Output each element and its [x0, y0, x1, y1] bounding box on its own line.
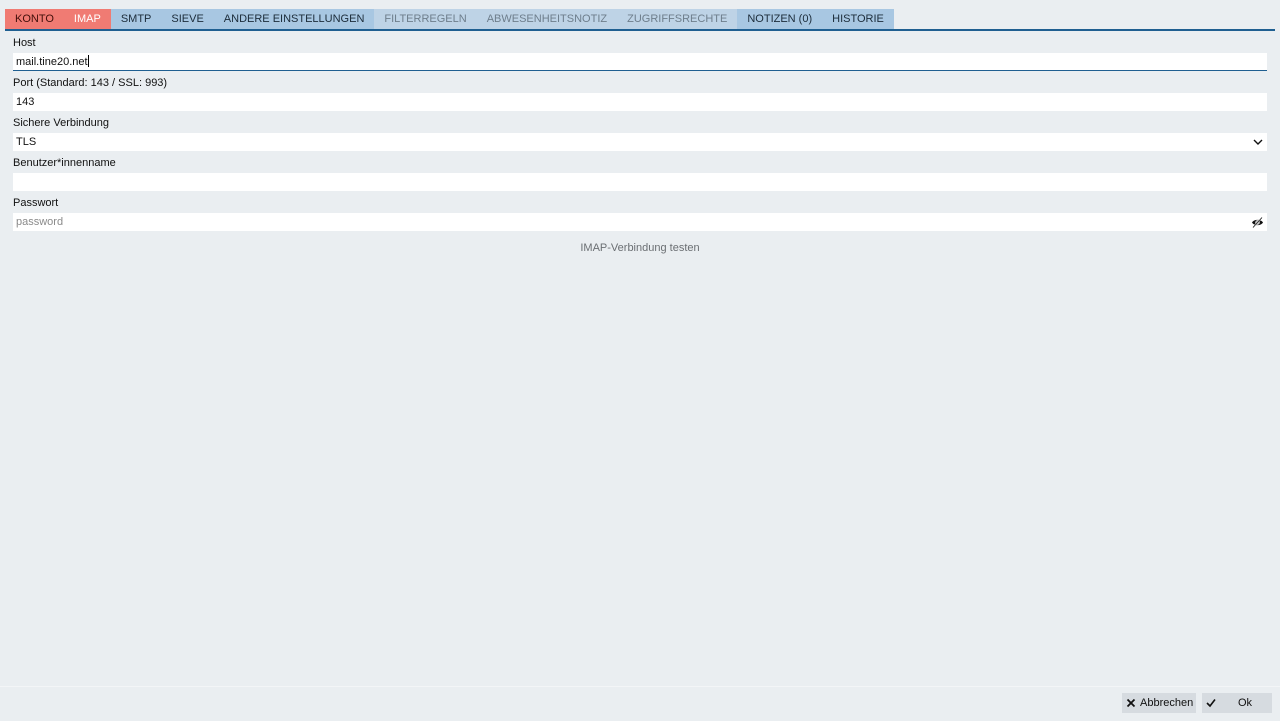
port-label: Port (Standard: 143 / SSL: 993) — [13, 77, 168, 89]
tab-bar: KONTO IMAP SMTP SIEVE ANDERE EINSTELLUNG… — [5, 9, 894, 29]
password-field[interactable]: password — [13, 213, 1267, 231]
tab-historie[interactable]: HISTORIE — [822, 9, 894, 29]
ok-button-label: Ok — [1238, 697, 1253, 709]
dialog-footer — [0, 686, 1280, 721]
host-value: mail.tine20.net — [16, 56, 88, 68]
username-field[interactable] — [13, 173, 1267, 191]
cancel-button-label: Abbrechen — [1140, 697, 1194, 709]
tab-filterregeln: FILTERREGELN — [374, 9, 477, 29]
port-value: 143 — [16, 96, 35, 108]
tab-andere-einstellungen[interactable]: ANDERE EINSTELLUNGEN — [213, 9, 375, 29]
text-caret — [87, 55, 89, 67]
show-password-eye-icon[interactable] — [1251, 216, 1264, 229]
host-label: Host — [13, 37, 36, 49]
chevron-down-icon — [1253, 139, 1263, 145]
username-label: Benutzer*innenname — [13, 157, 116, 169]
password-placeholder: password — [16, 216, 64, 228]
tab-bar-underline — [5, 29, 1275, 31]
ok-button[interactable]: Ok — [1202, 693, 1272, 713]
tab-imap[interactable]: IMAP — [63, 9, 111, 29]
cancel-button[interactable]: Abbrechen — [1122, 693, 1196, 713]
secure-connection-label: Sichere Verbindung — [13, 117, 110, 129]
tab-sieve[interactable]: SIEVE — [161, 9, 214, 29]
tab-konto[interactable]: KONTO — [5, 9, 64, 29]
host-field[interactable]: mail.tine20.net — [13, 53, 1267, 71]
test-imap-connection-link[interactable]: IMAP-Verbindung testen — [0, 242, 1280, 254]
tab-abwesenheitsnotiz: ABWESENHEITSNOTIZ — [476, 9, 618, 29]
close-icon — [1126, 698, 1136, 708]
secure-connection-select[interactable]: TLS — [13, 133, 1267, 151]
tab-smtp[interactable]: SMTP — [110, 9, 162, 29]
secure-connection-value: TLS — [16, 136, 37, 148]
password-label: Passwort — [13, 197, 59, 209]
checkmark-icon — [1206, 699, 1216, 708]
tab-zugriffsrechte: ZUGRIFFSRECHTE — [617, 9, 738, 29]
port-field[interactable]: 143 — [13, 93, 1267, 111]
tab-notizen[interactable]: NOTIZEN (0) — [737, 9, 823, 29]
